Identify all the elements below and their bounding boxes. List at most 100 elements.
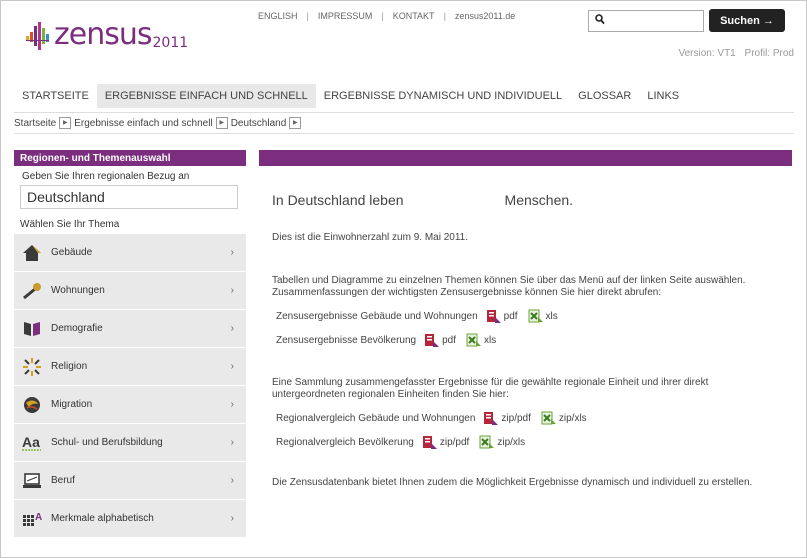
region-label: Geben Sie Ihren regionalen Bezug an [22, 171, 190, 182]
xls-icon[interactable] [479, 435, 495, 449]
nav-ergebnisse-einfach[interactable]: ERGEBNISSE EINFACH UND SCHNELL [96, 84, 316, 108]
xls-icon[interactable] [466, 333, 482, 347]
theme-label-text: Beruf [51, 475, 75, 486]
breadcrumb: Startseite ▶ Ergebnisse einfach und schn… [14, 112, 794, 134]
xls-icon[interactable] [541, 411, 557, 425]
breadcrumb-arrow-icon[interactable]: ▶ [215, 117, 228, 129]
collection-text: Eine Sammlung zusammengefasster Ergebnis… [272, 377, 709, 400]
date-note: Dies ist die Einwohnerzahl zum 9. Mai 20… [272, 232, 469, 243]
download-row: Regionalvergleich Bevölkerung zip/pdf zi… [276, 435, 525, 449]
theme-item-religion[interactable]: Religion › [14, 348, 246, 386]
nav-links[interactable]: LINKS [639, 84, 687, 108]
theme-item-migration[interactable]: Migration › [14, 386, 246, 424]
topnav-separator: | [381, 11, 384, 21]
nav-ergebnisse-dynamisch[interactable]: ERGEBNISSE DYNAMISCH UND INDIVIDUELL [316, 84, 570, 108]
topnav-separator: | [443, 11, 446, 21]
logo-bars-icon [26, 22, 50, 50]
theme-label-text: Gebäude [51, 247, 93, 258]
theme-item-demografie[interactable]: Demografie › [14, 310, 246, 348]
pdf-link[interactable]: pdf [504, 311, 518, 322]
download-row: Zensusergebnisse Gebäude und Wohnungen p… [276, 309, 558, 323]
version-info: Version: VT1 Profil: Prod [672, 48, 794, 59]
download-label: Regionalvergleich Bevölkerung [276, 436, 414, 448]
profil-label: Profil: Prod [744, 48, 794, 59]
theme-item-bildung[interactable]: Aa Schul- und Berufsbildung › [14, 424, 246, 462]
logo-text: zensus [54, 17, 152, 52]
nav-startseite[interactable]: STARTSEITE [14, 84, 97, 108]
panel-header: Regionen- und Themenauswahl [14, 150, 246, 166]
database-text: Die Zensusdatenbank bietet Ihnen zudem d… [272, 477, 753, 488]
chevron-right-icon: › [230, 513, 234, 524]
download-label: Regionalvergleich Gebäude und Wohnungen [276, 412, 476, 424]
chevron-right-icon: › [230, 475, 234, 486]
pdf-icon[interactable] [483, 411, 499, 425]
theme-item-wohnungen[interactable]: Wohnungen › [14, 272, 246, 310]
theme-item-gebaeude[interactable]: Gebäude › [14, 234, 246, 272]
breadcrumb-startseite[interactable]: Startseite [14, 118, 56, 129]
topnav-zensus2011[interactable]: zensus2011.de [455, 11, 515, 21]
education-icon: Aa [22, 433, 42, 453]
pdf-link[interactable]: pdf [442, 335, 456, 346]
breadcrumb-arrow-icon[interactable]: ▶ [59, 117, 72, 129]
intro-text: Tabellen und Diagramme zu einzelnen Them… [272, 275, 746, 298]
theme-label-text: Schul- und Berufsbildung [51, 437, 163, 448]
topnav-separator: | [306, 11, 309, 21]
download-label: Zensusergebnisse Bevölkerung [276, 334, 417, 346]
alphabet-icon: A [22, 509, 42, 529]
theme-item-merkmale[interactable]: A Merkmale alphabetisch › [14, 500, 246, 538]
main-content: In Deutschland leben Menschen. Dies ist d… [259, 150, 792, 558]
nav-glossar[interactable]: GLOSSAR [570, 84, 639, 108]
zip-xls-link[interactable]: zip/xls [497, 437, 525, 448]
population-headline: In Deutschland leben Menschen. [272, 192, 772, 208]
theme-label-text: Demografie [51, 323, 103, 334]
pdf-icon[interactable] [424, 333, 440, 347]
search-input[interactable] [609, 13, 701, 29]
topnav-kontakt[interactable]: KONTAKT [393, 11, 435, 21]
region-input[interactable]: Deutschland [20, 185, 238, 209]
svg-text:A: A [35, 512, 42, 523]
migration-icon [22, 395, 42, 415]
house-icon [22, 243, 42, 263]
zip-pdf-link[interactable]: zip/pdf [501, 413, 530, 424]
xls-icon[interactable] [528, 309, 544, 323]
theme-item-beruf[interactable]: Beruf › [14, 462, 246, 500]
logo-year: 2011 [152, 35, 189, 51]
religion-icon [22, 357, 42, 377]
topnav-english[interactable]: ENGLISH [258, 11, 298, 21]
pdf-icon[interactable] [422, 435, 438, 449]
theme-label-text: Religion [51, 361, 88, 372]
chevron-right-icon: › [230, 399, 234, 410]
download-label: Zensusergebnisse Gebäude und Wohnungen [276, 310, 478, 322]
theme-label-text: Wohnungen [51, 285, 105, 296]
search-box [588, 10, 704, 32]
theme-label-text: Merkmale alphabetisch [51, 513, 154, 524]
chevron-right-icon: › [230, 361, 234, 372]
chevron-right-icon: › [230, 285, 234, 296]
version-label: Version: VT1 [678, 48, 736, 59]
topnav-impressum[interactable]: IMPRESSUM [318, 11, 373, 21]
breadcrumb-ergebnisse[interactable]: Ergebnisse einfach und schnell [74, 118, 212, 129]
search-icon [595, 14, 605, 28]
zip-xls-link[interactable]: zip/xls [559, 413, 587, 424]
zip-pdf-link[interactable]: zip/pdf [440, 437, 469, 448]
region-theme-panel: Regionen- und Themenauswahl Geben Sie Ih… [14, 150, 246, 558]
pdf-icon[interactable] [486, 309, 502, 323]
content-header-bar [259, 150, 792, 166]
zensus-logo[interactable]: zensus 2011 [26, 18, 188, 50]
download-row: Zensusergebnisse Bevölkerung pdf xls [276, 333, 496, 347]
headline-part1: In Deutschland leben [272, 192, 404, 208]
svg-text:Aa: Aa [22, 434, 40, 450]
download-row: Regionalvergleich Gebäude und Wohnungen … [276, 411, 587, 425]
chevron-right-icon: › [230, 247, 234, 258]
xls-link[interactable]: xls [484, 335, 496, 346]
chevron-right-icon: › [230, 323, 234, 334]
theme-label-text: Migration [51, 399, 93, 410]
laptop-icon [22, 471, 42, 491]
search-button[interactable]: Suchen → [709, 9, 785, 32]
chevron-right-icon: › [230, 437, 234, 448]
xls-link[interactable]: xls [546, 311, 558, 322]
breadcrumb-arrow-icon[interactable]: ▶ [289, 117, 302, 129]
headline-part2: Menschen. [504, 192, 574, 208]
top-navigation: ENGLISH | IMPRESSUM | KONTAKT | zensus20… [258, 11, 515, 21]
breadcrumb-deutschland[interactable]: Deutschland [231, 118, 287, 129]
